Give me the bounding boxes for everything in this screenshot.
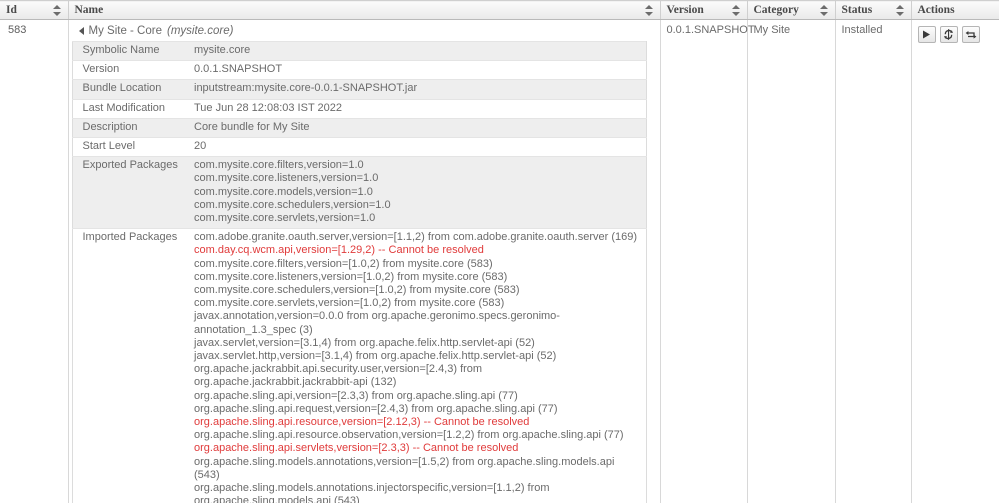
detail-line: org.apache.sling.api.resource.observatio… [194,429,624,442]
column-header-actions: Actions [911,0,999,20]
detail-key: Version [72,60,184,81]
detail-line: org.apache.sling.models.annotations,vers… [194,455,615,481]
detail-line: org.apache.sling.api.request,version=[2.… [194,402,558,415]
column-header-category[interactable]: Category [747,0,836,20]
detail-row: Bundle Location inputstream:mysite.core-0… [72,79,646,100]
update-button[interactable] [961,26,980,43]
detail-line: com.mysite.core.filters,version=[1.0,2) … [194,257,493,270]
detail-line: com.mysite.core.schedulers,version=[1.0,… [194,284,520,297]
detail-value: com.adobe.granite.oauth.server,version=[… [184,228,646,503]
column-label-name: Name [74,4,104,16]
detail-line: javax.servlet,version=[3.1,4) from org.a… [194,336,535,349]
sort-updown-icon[interactable] [895,4,905,16]
refresh-icon [943,29,954,40]
bundle-category-cell: My Site [747,19,836,503]
detail-line-error: org.apache.sling.api.servlets,version=[2… [194,442,519,455]
header-row: Id Name Version Category Status Actions [0,0,999,20]
detail-key: Start Level [72,137,184,158]
detail-line: javax.servlet.http,version=[3.1,4) from … [194,350,557,363]
start-button[interactable] [917,26,936,43]
column-header-id[interactable]: Id [0,0,69,20]
bundle-version-cell: 0.0.1.SNAPSHOT [660,19,755,503]
bundle-name-cell: My Site - Core (mysite.core) Symbolic Na… [68,19,661,503]
detail-key: Imported Packages [72,228,184,503]
column-label-category: Category [753,4,799,16]
bundle-display-name[interactable]: My Site - Core [89,25,163,37]
bundle-detail-body: Symbolic Name mysite.core Version 0.0.1.SNA… [72,41,646,503]
update-arrow-icon [965,30,977,40]
detail-key: Symbolic Name [72,41,184,62]
bundle-symbolic-label: (mysite.core) [167,25,234,37]
column-label-version: Version [666,4,704,16]
detail-line: javax.annotation,version=0.0.0 from org.… [194,310,560,336]
sort-updown-icon[interactable] [731,4,741,16]
detail-row: Version 0.0.1.SNAPSHOT [72,60,646,81]
detail-key: Last Modification [72,99,184,119]
detail-value: 0.0.1.SNAPSHOT [184,60,646,81]
detail-line: com.mysite.core.listeners,version=[1.0,2… [194,270,508,283]
detail-line: com.mysite.core.schedulers,version=1.0 [194,198,391,211]
table-row: 583 My Site - Core (mysite.core) Symboli… [0,19,999,503]
detail-line-error: com.day.cq.wcm.api,version=[1.29,2) -- C… [194,244,484,257]
column-header-status[interactable]: Status [835,0,912,20]
column-label-actions: Actions [917,4,955,16]
column-header-name[interactable]: Name [68,0,661,20]
actions-group [917,24,994,43]
bundle-title-row[interactable]: My Site - Core (mysite.core) [69,20,660,41]
detail-value: Core bundle for My Site [184,118,646,139]
bundle-actions-cell [911,19,999,503]
detail-value: mysite.core [184,41,646,62]
detail-row: Exported Packages com.mysite.core.filters… [72,156,646,230]
detail-key: Bundle Location [72,79,184,100]
bundle-detail-table: Symbolic Name mysite.core Version 0.0.1.SNA… [71,41,647,503]
table-body: 583 My Site - Core (mysite.core) Symboli… [0,19,999,503]
bundle-status-cell: Installed [835,19,912,503]
detail-line: org.apache.sling.api,version=[2.3,3) fro… [194,389,518,402]
detail-line: org.apache.jackrabbit.api.security.user,… [194,363,483,389]
table-header: Id Name Version Category Status Actions [0,0,999,20]
sort-updown-icon[interactable] [52,4,62,16]
osgi-bundles-console: Id Name Version Category Status Actions … [0,0,999,503]
detail-line: com.mysite.core.servlets,version=[1.0,2)… [194,297,505,310]
sort-updown-icon[interactable] [819,4,829,16]
detail-line: org.apache.sling.models.annotations.inje… [194,482,550,503]
refresh-button[interactable] [939,26,958,43]
detail-row: Description Core bundle for My Site [72,118,646,139]
detail-value: com.mysite.core.filters,version=1.0 com.m… [184,156,646,230]
detail-line: com.mysite.core.listeners,version=1.0 [194,172,379,185]
detail-row: Last Modification Tue Jun 28 12:08:03 IST… [72,99,646,119]
detail-row: Imported Packages com.adobe.granite.oauth… [72,228,646,503]
detail-line: com.mysite.core.models,version=1.0 [194,185,373,198]
column-label-status: Status [841,4,873,16]
column-header-version[interactable]: Version [660,0,748,20]
column-label-id: Id [6,4,17,16]
detail-row: Symbolic Name mysite.core [72,41,646,62]
triangle-left-icon[interactable] [78,27,84,35]
detail-line: com.mysite.core.filters,version=1.0 [194,159,364,172]
detail-line: com.adobe.granite.oauth.server,version=[… [194,231,637,244]
detail-key: Exported Packages [72,156,184,230]
detail-line-error: org.apache.sling.api.resource,version=[2… [194,416,530,429]
bundle-id-cell: 583 [0,19,69,503]
bundles-table: Id Name Version Category Status Actions … [0,0,999,503]
detail-row: Start Level 20 [72,137,646,158]
play-icon [922,30,931,39]
sort-updown-icon[interactable] [644,4,654,16]
detail-key: Description [72,118,184,139]
detail-value: Tue Jun 28 12:08:03 IST 2022 [184,99,646,119]
detail-value: 20 [184,137,646,158]
detail-line: com.mysite.core.servlets,version=1.0 [194,212,376,225]
detail-value: inputstream:mysite.core-0.0.1-SNAPSHOT.j… [184,79,646,100]
